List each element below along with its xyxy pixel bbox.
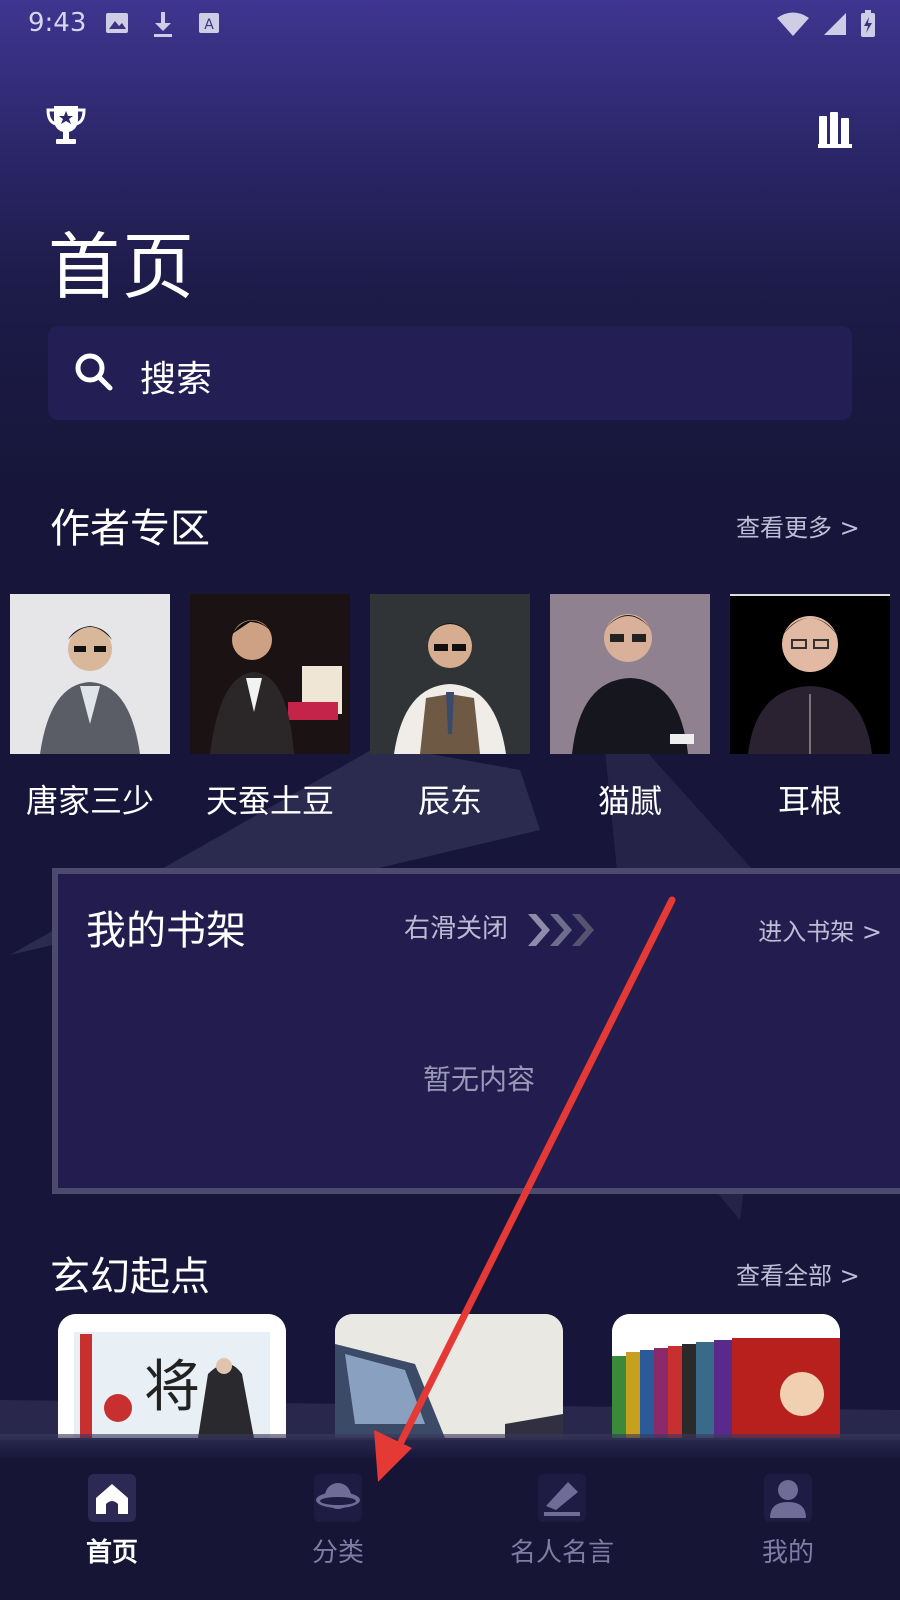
author-name: 猫腻 (597, 782, 662, 820)
status-time: 9:43 (28, 8, 87, 38)
font-icon: A (199, 13, 219, 33)
download-icon (154, 12, 172, 37)
tabbar-divider (0, 1434, 900, 1460)
author-photo (190, 594, 350, 754)
author-name: 唐家三少 (25, 782, 154, 820)
tab-me-label: 我的 (761, 1538, 814, 1568)
image-icon (106, 13, 128, 33)
book-cover[interactable] (612, 1314, 840, 1438)
authors-row: 唐家三少 天蚕土豆 辰东 猫腻 耳根 (10, 594, 890, 834)
svg-text:A: A (204, 17, 214, 33)
book-cover[interactable]: 将 (58, 1314, 286, 1438)
tab-quotes[interactable]: 名人名言 (472, 1474, 652, 1569)
tab-me[interactable]: 我的 (698, 1474, 878, 1569)
swipe-close-hint[interactable]: 右滑关闭 (404, 908, 596, 948)
author-card[interactable]: 猫腻 (550, 594, 710, 822)
search-placeholder: 搜索 (140, 359, 213, 400)
author-name: 天蚕土豆 (205, 782, 334, 820)
author-card[interactable]: 辰东 (370, 594, 530, 822)
xuanhuan-section-title: 玄幻起点 (50, 1254, 210, 1300)
enter-bookshelf-link[interactable]: 进入书架 > (758, 912, 882, 947)
bookshelf-title: 我的书架 (86, 908, 246, 954)
triple-chevron-right-icon (528, 913, 595, 946)
quill-icon (538, 1474, 586, 1522)
signal-icon (824, 13, 846, 35)
planet-icon (314, 1474, 362, 1522)
battery-icon (861, 10, 875, 37)
bookshelf-icon (818, 112, 852, 148)
tab-quotes-label: 名人名言 (509, 1538, 614, 1568)
status-system-icons (776, 10, 876, 38)
author-photo (730, 594, 890, 754)
bottom-tab-bar: 首页 分类 名人名言 我的 (0, 1458, 900, 1600)
trophy-icon (46, 106, 86, 144)
search-icon (75, 353, 113, 391)
search-bar[interactable]: 搜索 (48, 326, 852, 420)
trophy-button[interactable] (46, 104, 86, 152)
person-icon (764, 1474, 812, 1522)
bookshelf-button[interactable] (818, 112, 852, 152)
wifi-icon (777, 12, 809, 36)
author-photo (370, 594, 530, 754)
tab-home-label: 首页 (85, 1538, 138, 1568)
author-card[interactable]: 耳根 (730, 594, 890, 822)
author-card[interactable]: 唐家三少 (10, 594, 170, 822)
author-name: 耳根 (777, 782, 842, 820)
tab-category-label: 分类 (311, 1538, 364, 1568)
tab-home[interactable]: 首页 (22, 1474, 202, 1569)
page-title: 首页 (48, 225, 197, 309)
svg-text:将: 将 (144, 1355, 200, 1420)
author-card[interactable]: 天蚕土豆 (190, 594, 350, 822)
author-photo (10, 594, 170, 754)
bookshelf-empty-text: 暂无内容 (422, 1063, 535, 1096)
status-bar: 9:43 A (0, 0, 900, 48)
status-notification-icons: A (104, 10, 222, 38)
author-name: 辰东 (417, 782, 482, 820)
author-photo (550, 594, 710, 754)
authors-more-link[interactable]: 查看更多 > (736, 508, 860, 543)
tab-category[interactable]: 分类 (248, 1474, 428, 1569)
book-cover[interactable] (335, 1314, 563, 1438)
bookshelf-card: 我的书架 右滑关闭 进入书架 > 暂无内容 (52, 868, 900, 1194)
xuanhuan-all-link[interactable]: 查看全部 > (736, 1256, 860, 1291)
authors-section-title: 作者专区 (50, 506, 210, 552)
swipe-close-label: 右滑关闭 (404, 914, 509, 944)
home-icon (88, 1474, 136, 1522)
